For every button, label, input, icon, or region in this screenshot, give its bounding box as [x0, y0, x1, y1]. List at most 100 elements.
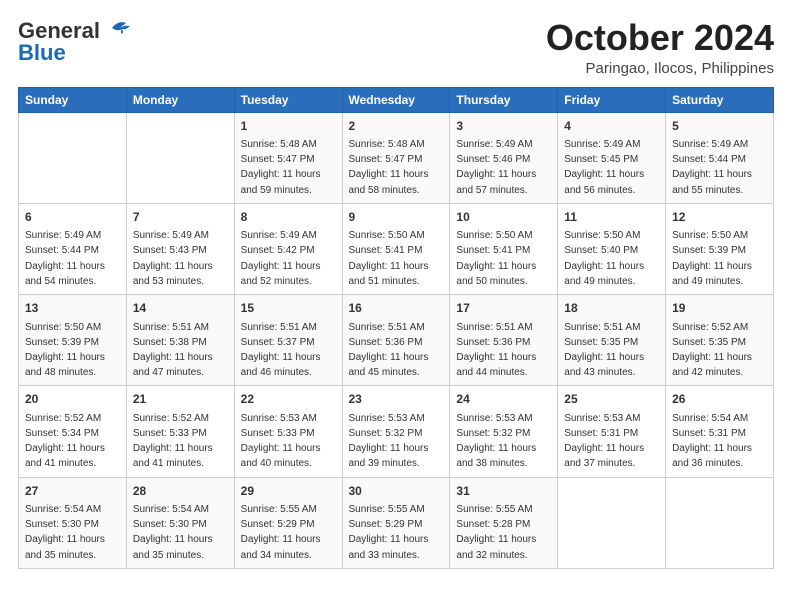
page: General Blue October 2024 Paringao, Iloc… — [0, 0, 792, 612]
day-number: 8 — [241, 209, 336, 226]
calendar-day-cell: 6 Sunrise: 5:49 AM Sunset: 5:44 PM Daylig… — [19, 203, 127, 294]
calendar-week-row: 6 Sunrise: 5:49 AM Sunset: 5:44 PM Daylig… — [19, 203, 774, 294]
day-detail: Sunrise: 5:51 AM Sunset: 5:38 PM Dayligh… — [133, 322, 213, 379]
day-detail: Sunrise: 5:55 AM Sunset: 5:29 PM Dayligh… — [241, 504, 321, 561]
day-detail: Sunrise: 5:48 AM Sunset: 5:47 PM Dayligh… — [349, 139, 429, 196]
day-number: 2 — [349, 118, 444, 135]
calendar-week-row: 1Sunrise: 5:48 AM Sunset: 5:47 PM Daylig… — [19, 112, 774, 203]
calendar-day-cell: 29 Sunrise: 5:55 AM Sunset: 5:29 PM Dayli… — [234, 477, 342, 568]
day-detail: Sunrise: 5:54 AM Sunset: 5:30 PM Dayligh… — [133, 504, 213, 561]
calendar-day-cell: 3 Sunrise: 5:49 AM Sunset: 5:46 PM Daylig… — [450, 112, 558, 203]
calendar-day-cell: 17 Sunrise: 5:51 AM Sunset: 5:36 PM Dayli… — [450, 295, 558, 386]
calendar-day-cell — [19, 112, 127, 203]
calendar-week-row: 20 Sunrise: 5:52 AM Sunset: 5:34 PM Dayli… — [19, 386, 774, 477]
calendar-day-cell: 26Sunrise: 5:54 AM Sunset: 5:31 PM Dayli… — [666, 386, 774, 477]
calendar-day-cell: 24Sunrise: 5:53 AM Sunset: 5:32 PM Dayli… — [450, 386, 558, 477]
day-detail: Sunrise: 5:55 AM Sunset: 5:28 PM Dayligh… — [456, 504, 536, 561]
month-title: October 2024 — [546, 18, 774, 58]
calendar-day-cell: 31Sunrise: 5:55 AM Sunset: 5:28 PM Dayli… — [450, 477, 558, 568]
day-number: 14 — [133, 300, 228, 317]
day-number: 17 — [456, 300, 551, 317]
day-detail: Sunrise: 5:51 AM Sunset: 5:36 PM Dayligh… — [349, 322, 429, 379]
day-number: 28 — [133, 483, 228, 500]
day-detail: Sunrise: 5:50 AM Sunset: 5:41 PM Dayligh… — [456, 230, 536, 287]
logo-blue: Blue — [18, 40, 66, 66]
logo: General Blue — [18, 18, 134, 66]
weekday-header: Tuesday — [234, 87, 342, 112]
day-number: 6 — [25, 209, 120, 226]
weekday-header: Monday — [126, 87, 234, 112]
day-number: 21 — [133, 391, 228, 408]
day-number: 30 — [349, 483, 444, 500]
calendar-day-cell: 1Sunrise: 5:48 AM Sunset: 5:47 PM Daylig… — [234, 112, 342, 203]
calendar-table: SundayMondayTuesdayWednesdayThursdayFrid… — [18, 87, 774, 569]
day-number: 27 — [25, 483, 120, 500]
calendar-day-cell — [126, 112, 234, 203]
day-detail: Sunrise: 5:52 AM Sunset: 5:33 PM Dayligh… — [133, 413, 213, 470]
day-detail: Sunrise: 5:54 AM Sunset: 5:31 PM Dayligh… — [672, 413, 752, 470]
day-number: 4 — [564, 118, 659, 135]
weekday-header: Saturday — [666, 87, 774, 112]
weekday-header: Wednesday — [342, 87, 450, 112]
day-detail: Sunrise: 5:49 AM Sunset: 5:46 PM Dayligh… — [456, 139, 536, 196]
day-detail: Sunrise: 5:50 AM Sunset: 5:41 PM Dayligh… — [349, 230, 429, 287]
calendar-day-cell: 13 Sunrise: 5:50 AM Sunset: 5:39 PM Dayli… — [19, 295, 127, 386]
day-detail: Sunrise: 5:52 AM Sunset: 5:35 PM Dayligh… — [672, 322, 752, 379]
calendar-day-cell: 4 Sunrise: 5:49 AM Sunset: 5:45 PM Daylig… — [558, 112, 666, 203]
calendar-day-cell: 22Sunrise: 5:53 AM Sunset: 5:33 PM Dayli… — [234, 386, 342, 477]
day-detail: Sunrise: 5:49 AM Sunset: 5:44 PM Dayligh… — [25, 230, 105, 287]
day-number: 3 — [456, 118, 551, 135]
day-number: 18 — [564, 300, 659, 317]
day-detail: Sunrise: 5:49 AM Sunset: 5:43 PM Dayligh… — [133, 230, 213, 287]
calendar-week-row: 13 Sunrise: 5:50 AM Sunset: 5:39 PM Dayli… — [19, 295, 774, 386]
weekday-header: Sunday — [19, 87, 127, 112]
calendar-day-cell: 23Sunrise: 5:53 AM Sunset: 5:32 PM Dayli… — [342, 386, 450, 477]
header: General Blue October 2024 Paringao, Iloc… — [18, 18, 774, 77]
calendar-day-cell: 8 Sunrise: 5:49 AM Sunset: 5:42 PM Daylig… — [234, 203, 342, 294]
calendar-day-cell — [666, 477, 774, 568]
day-number: 25 — [564, 391, 659, 408]
day-detail: Sunrise: 5:55 AM Sunset: 5:29 PM Dayligh… — [349, 504, 429, 561]
calendar-day-cell: 27 Sunrise: 5:54 AM Sunset: 5:30 PM Dayli… — [19, 477, 127, 568]
day-detail: Sunrise: 5:48 AM Sunset: 5:47 PM Dayligh… — [241, 139, 321, 196]
calendar-header-row: SundayMondayTuesdayWednesdayThursdayFrid… — [19, 87, 774, 112]
day-number: 16 — [349, 300, 444, 317]
calendar-day-cell: 14 Sunrise: 5:51 AM Sunset: 5:38 PM Dayli… — [126, 295, 234, 386]
calendar-day-cell: 9 Sunrise: 5:50 AM Sunset: 5:41 PM Daylig… — [342, 203, 450, 294]
day-number: 9 — [349, 209, 444, 226]
calendar-day-cell: 18Sunrise: 5:51 AM Sunset: 5:35 PM Dayli… — [558, 295, 666, 386]
day-number: 7 — [133, 209, 228, 226]
day-number: 10 — [456, 209, 551, 226]
calendar-day-cell: 2 Sunrise: 5:48 AM Sunset: 5:47 PM Daylig… — [342, 112, 450, 203]
calendar-day-cell: 5 Sunrise: 5:49 AM Sunset: 5:44 PM Daylig… — [666, 112, 774, 203]
day-detail: Sunrise: 5:54 AM Sunset: 5:30 PM Dayligh… — [25, 504, 105, 561]
day-detail: Sunrise: 5:50 AM Sunset: 5:39 PM Dayligh… — [672, 230, 752, 287]
day-detail: Sunrise: 5:49 AM Sunset: 5:45 PM Dayligh… — [564, 139, 644, 196]
calendar-day-cell: 25Sunrise: 5:53 AM Sunset: 5:31 PM Dayli… — [558, 386, 666, 477]
calendar-week-row: 27 Sunrise: 5:54 AM Sunset: 5:30 PM Dayli… — [19, 477, 774, 568]
day-detail: Sunrise: 5:52 AM Sunset: 5:34 PM Dayligh… — [25, 413, 105, 470]
day-number: 23 — [349, 391, 444, 408]
day-detail: Sunrise: 5:50 AM Sunset: 5:39 PM Dayligh… — [25, 322, 105, 379]
day-detail: Sunrise: 5:49 AM Sunset: 5:44 PM Dayligh… — [672, 139, 752, 196]
calendar-day-cell: 21 Sunrise: 5:52 AM Sunset: 5:33 PM Dayli… — [126, 386, 234, 477]
day-detail: Sunrise: 5:51 AM Sunset: 5:36 PM Dayligh… — [456, 322, 536, 379]
logo-bird-icon — [104, 18, 134, 40]
day-detail: Sunrise: 5:51 AM Sunset: 5:37 PM Dayligh… — [241, 322, 321, 379]
calendar-day-cell: 19Sunrise: 5:52 AM Sunset: 5:35 PM Dayli… — [666, 295, 774, 386]
day-number: 13 — [25, 300, 120, 317]
calendar-day-cell — [558, 477, 666, 568]
calendar-day-cell: 16 Sunrise: 5:51 AM Sunset: 5:36 PM Dayli… — [342, 295, 450, 386]
calendar-day-cell: 7 Sunrise: 5:49 AM Sunset: 5:43 PM Daylig… — [126, 203, 234, 294]
calendar-day-cell: 28 Sunrise: 5:54 AM Sunset: 5:30 PM Dayli… — [126, 477, 234, 568]
calendar-day-cell: 20 Sunrise: 5:52 AM Sunset: 5:34 PM Dayli… — [19, 386, 127, 477]
day-number: 22 — [241, 391, 336, 408]
day-number: 20 — [25, 391, 120, 408]
weekday-header: Friday — [558, 87, 666, 112]
day-number: 12 — [672, 209, 767, 226]
day-detail: Sunrise: 5:49 AM Sunset: 5:42 PM Dayligh… — [241, 230, 321, 287]
day-number: 5 — [672, 118, 767, 135]
day-number: 29 — [241, 483, 336, 500]
calendar-day-cell: 10 Sunrise: 5:50 AM Sunset: 5:41 PM Dayli… — [450, 203, 558, 294]
day-number: 11 — [564, 209, 659, 226]
